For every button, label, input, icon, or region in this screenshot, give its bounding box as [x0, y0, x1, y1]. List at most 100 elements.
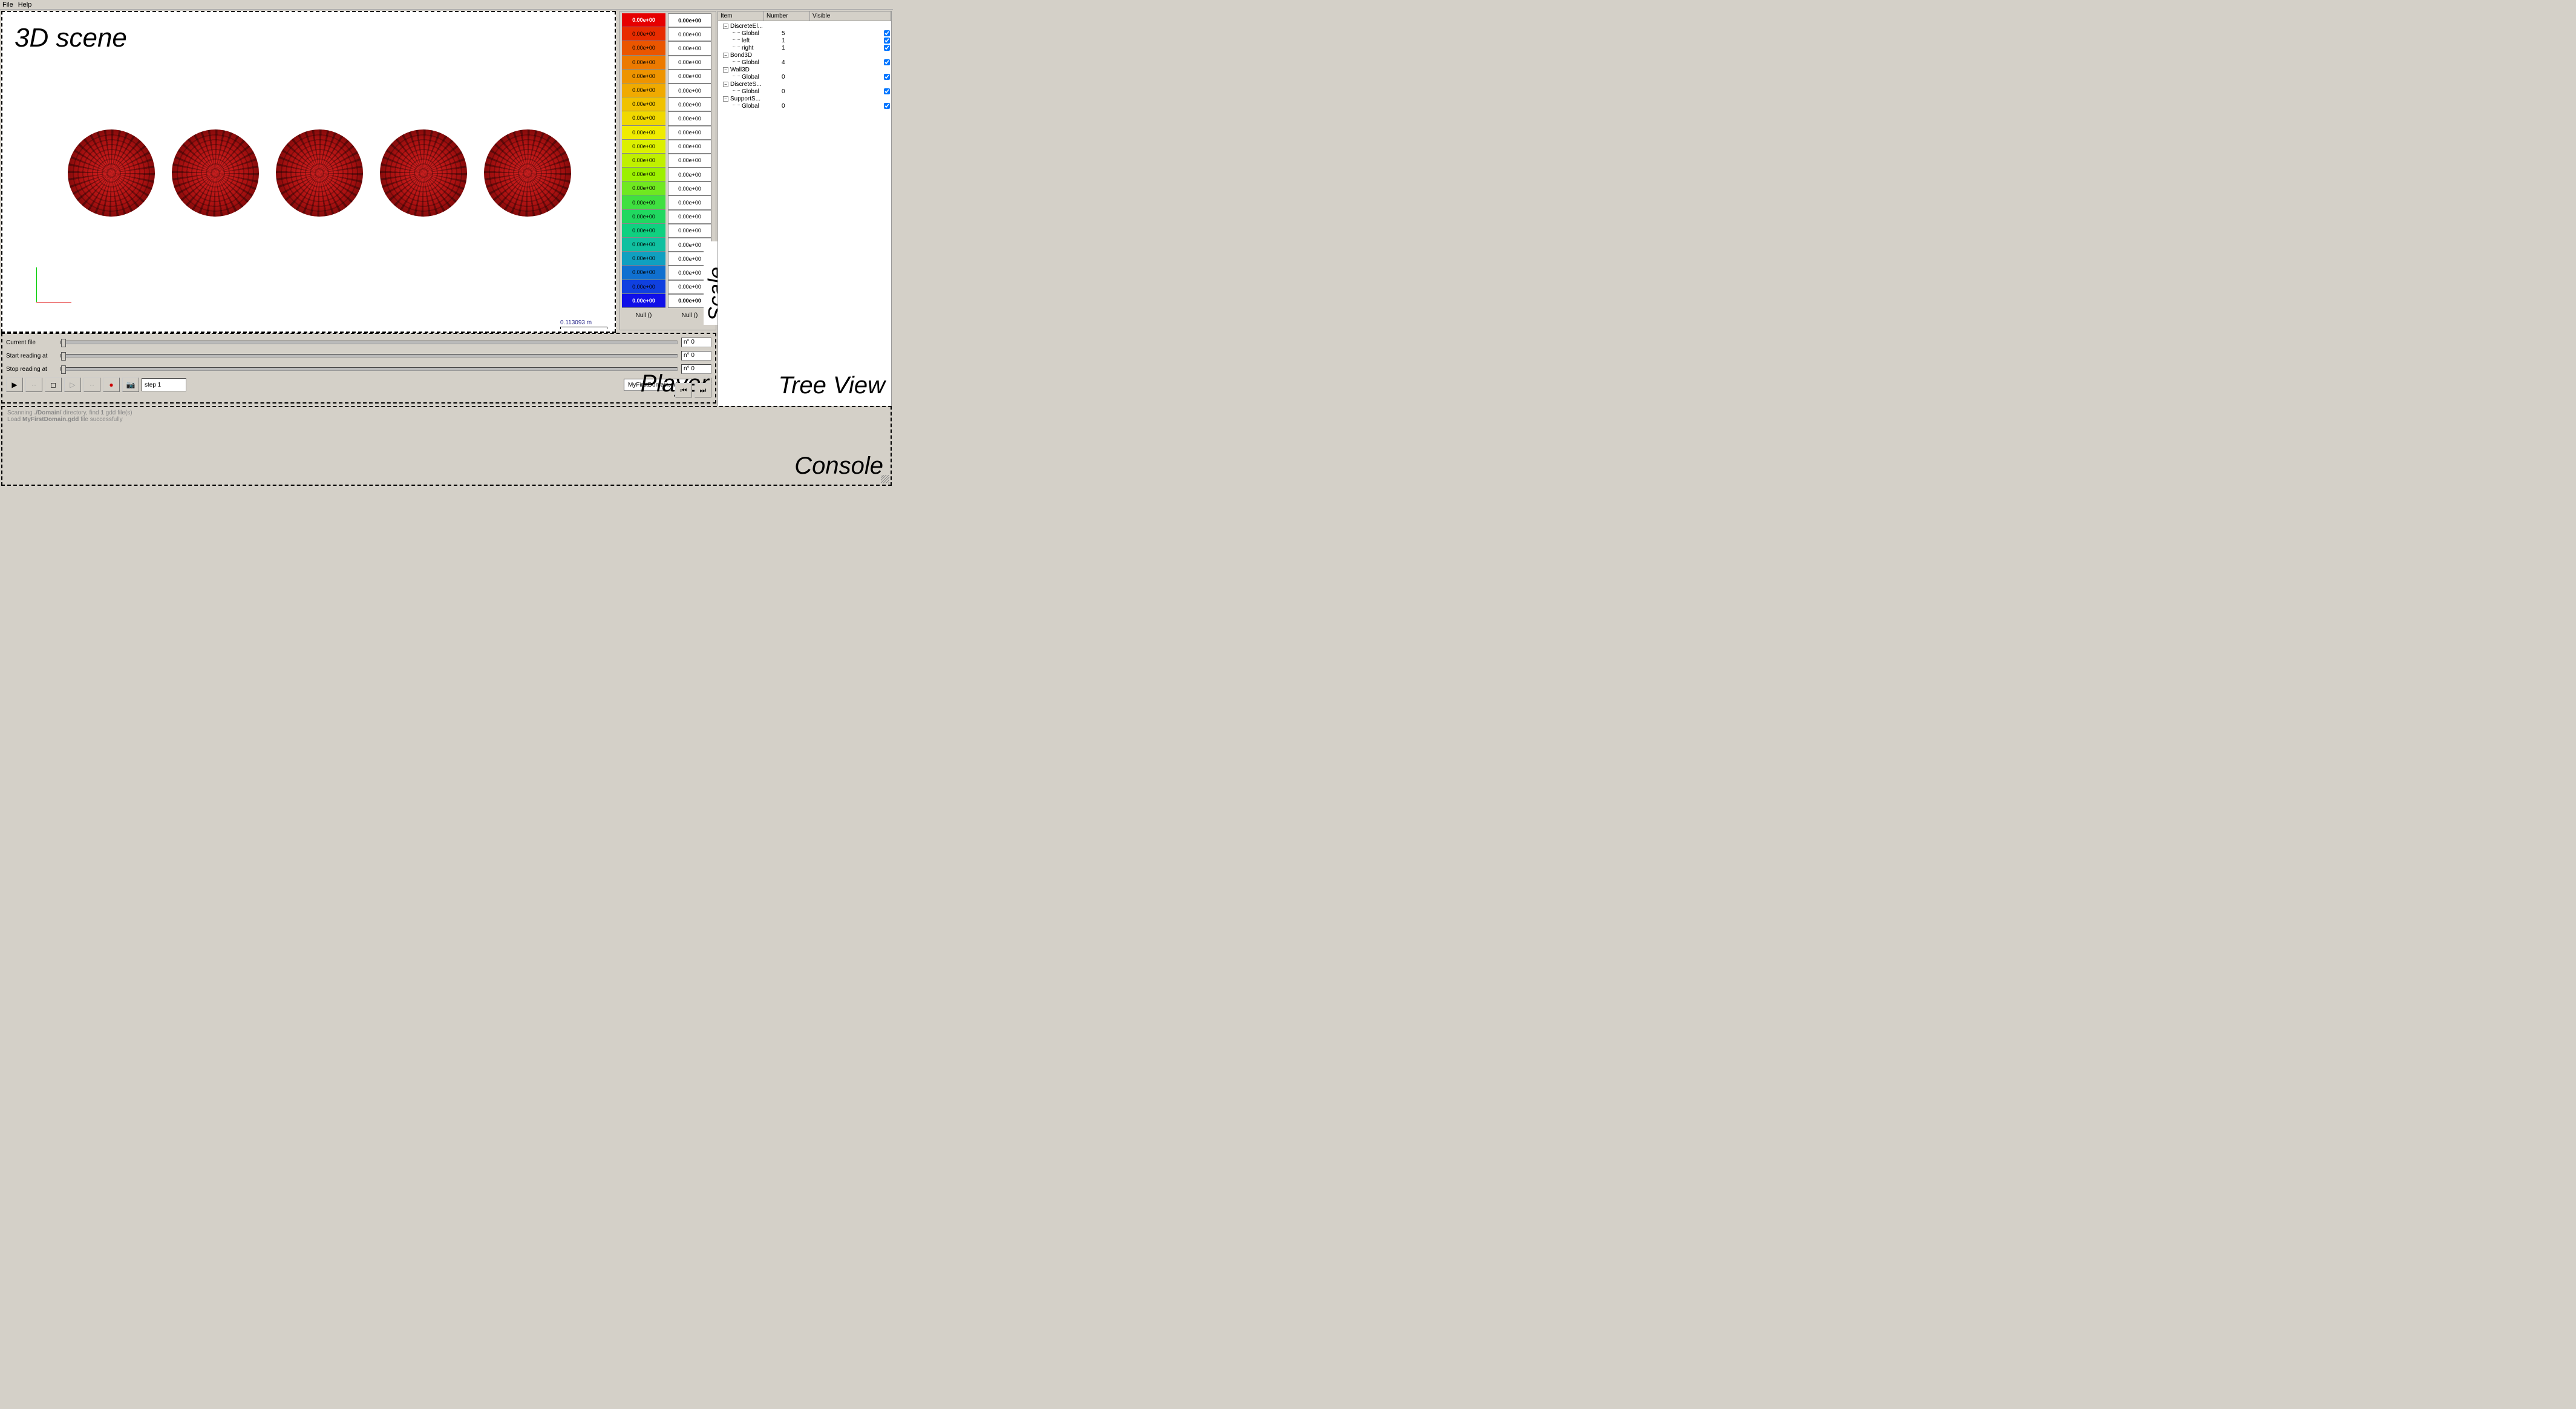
legend-swatch: 0.00e+00 — [622, 97, 665, 111]
visible-checkbox[interactable] — [884, 74, 890, 80]
tree-view-panel: Item Number Visible − DiscreteEl... Glob… — [718, 11, 892, 407]
tree-leaf-label[interactable]: Global — [742, 59, 782, 66]
slider-track[interactable] — [60, 354, 678, 358]
legend-swatch: 0.00e+00 — [622, 13, 665, 27]
sphere[interactable] — [380, 129, 467, 217]
3d-scene[interactable]: 3D scene 0.113093 m — [1, 11, 616, 333]
tree-leaf-label[interactable]: Global — [742, 30, 782, 37]
legend-swatch: 0.00e+00 — [622, 266, 665, 280]
stop-button[interactable]: ◻ — [45, 378, 62, 392]
legend-swatch: 0.00e+00 — [622, 252, 665, 266]
scale-bar: 0.113093 m — [560, 319, 607, 329]
tree-leaf-label[interactable]: Global — [742, 103, 782, 110]
play-forward-button[interactable]: ▶ — [6, 378, 23, 392]
visible-checkbox[interactable] — [884, 88, 890, 94]
legend-swatch: 0.00e+00 — [622, 168, 665, 181]
first-button[interactable]: ⏮ — [675, 383, 692, 397]
console-title: Console — [794, 453, 883, 480]
menu-file[interactable]: File — [2, 1, 13, 8]
visible-checkbox[interactable] — [884, 45, 890, 51]
tree-leaf-number: 1 — [782, 38, 808, 44]
slider-track[interactable] — [60, 341, 678, 344]
record-button[interactable]: ● — [103, 378, 120, 392]
menu-help[interactable]: Help — [18, 1, 32, 8]
legend-swatch: 0.00e+00 — [622, 83, 665, 97]
resize-grip-icon[interactable] — [881, 475, 889, 483]
legend-label: 0.00e+00 — [668, 210, 711, 224]
legend-label: 0.00e+00 — [668, 83, 711, 97]
legend-label: 0.00e+00 — [668, 224, 711, 238]
tree-leaf-number: 4 — [782, 59, 808, 66]
legend-swatch: 0.00e+00 — [622, 224, 665, 238]
tree-leaf-label[interactable]: Global — [742, 74, 782, 80]
legend-label: 0.00e+00 — [668, 13, 711, 27]
tree-header-number[interactable]: Number — [764, 11, 810, 21]
legend-label: 0.00e+00 — [668, 154, 711, 168]
legend-swatch: 0.00e+00 — [622, 56, 665, 70]
tree-toggle-icon[interactable]: − — [723, 53, 728, 58]
slider-value[interactable]: n° 0 — [681, 338, 711, 347]
legend-swatch: 0.00e+00 — [622, 111, 665, 125]
visible-checkbox[interactable] — [884, 103, 890, 109]
sphere[interactable] — [68, 129, 155, 217]
sphere-row — [68, 129, 571, 217]
legend-label: 0.00e+00 — [668, 27, 711, 41]
tree-leaf-number: 0 — [782, 74, 808, 80]
slider-label: Current file — [6, 339, 57, 346]
step-input[interactable] — [142, 378, 186, 391]
tree-header-visible[interactable]: Visible — [810, 11, 891, 21]
menubar: File Help — [0, 0, 893, 10]
step-button[interactable]: ·· — [83, 378, 100, 392]
tree-toggle-icon[interactable]: − — [723, 82, 728, 87]
legend-swatch: 0.00e+00 — [622, 41, 665, 55]
tree-toggle-icon[interactable]: − — [723, 24, 728, 29]
tree-toggle-icon[interactable]: − — [723, 67, 728, 73]
tree-node[interactable]: SupportS... — [730, 96, 890, 102]
legend-label: 0.00e+00 — [668, 140, 711, 154]
tree-leaf-label[interactable]: left — [742, 38, 782, 44]
tree-leaf-number: 1 — [782, 45, 808, 51]
legend-swatch: 0.00e+00 — [622, 195, 665, 209]
tree-leaf-number: 0 — [782, 103, 808, 110]
play-button[interactable]: ▷ — [64, 378, 81, 392]
slider-label: Stop reading at — [6, 366, 57, 373]
scene-title: 3D scene — [15, 23, 127, 53]
tree-toggle-icon[interactable]: − — [723, 96, 728, 102]
last-button[interactable]: ⏭ — [695, 383, 711, 397]
tree-node[interactable]: Wall3D — [730, 67, 890, 73]
slider-thumb[interactable] — [61, 352, 66, 361]
tree-leaf-label[interactable]: Global — [742, 88, 782, 95]
legend-label: 0.00e+00 — [668, 126, 711, 140]
slider-thumb[interactable] — [61, 339, 66, 347]
legend-label: 0.00e+00 — [668, 111, 711, 125]
snapshot-button[interactable]: 📷 — [122, 378, 139, 392]
console-line: Load MyFirstDomain.gdd file successfully — [7, 416, 886, 423]
legend-swatch: 0.00e+00 — [622, 238, 665, 252]
legend-swatch: 0.00e+00 — [622, 181, 665, 195]
step-forward-button[interactable]: ·· — [25, 378, 42, 392]
scale-view-panel: 0.00e+000.00e+000.00e+000.00e+000.00e+00… — [619, 11, 716, 330]
visible-checkbox[interactable] — [884, 38, 890, 44]
legend-label: 0.00e+00 — [668, 70, 711, 83]
slider-thumb[interactable] — [61, 365, 66, 374]
legend-label: 0.00e+00 — [668, 168, 711, 181]
slider-value[interactable]: n° 0 — [681, 351, 711, 361]
legend-swatch: 0.00e+00 — [622, 294, 665, 308]
console-panel: Scanning ./Domain/ directory, find 1 gdd… — [1, 406, 892, 486]
sphere[interactable] — [172, 129, 259, 217]
tree-node[interactable]: DiscreteS... — [730, 81, 890, 88]
legend-swatch: 0.00e+00 — [622, 140, 665, 154]
visible-checkbox[interactable] — [884, 30, 890, 36]
slider-track[interactable] — [60, 367, 678, 371]
legend-swatch: 0.00e+00 — [622, 280, 665, 294]
tree-leaf-label[interactable]: right — [742, 45, 782, 51]
tree-node[interactable]: DiscreteEl... — [730, 23, 890, 30]
sphere[interactable] — [484, 129, 571, 217]
visible-checkbox[interactable] — [884, 59, 890, 65]
player-panel: Current file n° 0Start reading at n° 0St… — [1, 333, 716, 404]
tree-header-item[interactable]: Item — [718, 11, 764, 21]
tree-view-title: Tree View — [779, 372, 885, 399]
sphere[interactable] — [276, 129, 363, 217]
tree-node[interactable]: Bond3D — [730, 52, 890, 59]
legend-label: 0.00e+00 — [668, 56, 711, 70]
